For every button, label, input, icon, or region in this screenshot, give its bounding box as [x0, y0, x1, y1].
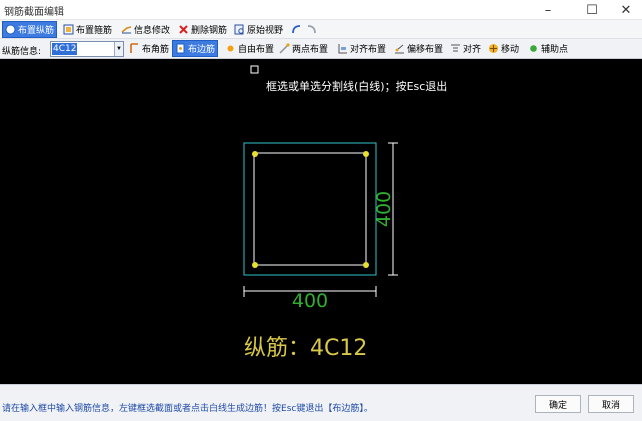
longitudinal-info-label: 纵筋信息: — [2, 47, 42, 57]
undo-icon — [291, 24, 302, 35]
minimize-icon[interactable]: – — [533, 0, 563, 20]
align-icon — [450, 43, 461, 54]
stirrup-icon — [63, 24, 74, 35]
cancel-button[interactable]: 取消 — [588, 395, 634, 413]
section-core-line[interactable] — [253, 152, 367, 266]
drawing-canvas[interactable]: 框选或单选分割线(白线)；按Esc退出 400 400 纵筋：4C12 — [0, 59, 642, 384]
ok-button[interactable]: 确定 — [535, 395, 581, 413]
aux-point-icon — [528, 43, 539, 54]
free-place-icon — [225, 43, 236, 54]
longitudinal-info-combo[interactable]: 4C12 ▼ — [50, 41, 124, 57]
dropdown-arrow-icon[interactable]: ▼ — [114, 42, 123, 56]
place-stirrup-button[interactable]: 布置箍筋 — [60, 21, 115, 38]
rebar-longitudinal-icon — [5, 24, 16, 35]
cursor-pickbox — [250, 65, 259, 74]
aux-point-button[interactable]: 辅助点 — [525, 40, 571, 57]
free-place-button[interactable]: 自由布置 — [222, 40, 277, 57]
aux-point-label: 辅助点 — [541, 45, 569, 55]
offset-place-button[interactable]: 偏移布置 — [391, 40, 446, 57]
move-icon — [488, 43, 499, 54]
align-place-icon — [337, 43, 348, 54]
edge-rebar-icon — [175, 43, 186, 54]
rebar-point[interactable] — [363, 151, 369, 157]
delete-rebar-label: 删除钢筋 — [191, 26, 228, 36]
redo-button[interactable] — [303, 21, 320, 38]
two-point-icon — [279, 43, 290, 54]
edit-info-label: 信息修改 — [134, 26, 171, 36]
window-title: 钢筋截面编辑 — [4, 7, 64, 18]
align-place-button[interactable]: 对齐布置 — [334, 40, 389, 57]
canvas-prompt: 框选或单选分割线(白线)；按Esc退出 — [266, 79, 447, 93]
original-view-button[interactable]: 原始视野 — [231, 21, 286, 38]
maximize-icon[interactable]: ☐ — [577, 0, 607, 20]
place-stirrup-label: 布置箍筋 — [76, 26, 113, 36]
corner-rebar-icon — [129, 43, 140, 54]
rebar-point[interactable] — [252, 151, 258, 157]
corner-rebar-button[interactable]: 布角筋 — [126, 40, 172, 57]
offset-place-label: 偏移布置 — [407, 45, 444, 55]
zoom-reset-icon — [234, 24, 245, 35]
status-message: 请在输入框中输入钢筋信息，左键框选截面或者点击白线生成边筋！按Esc键退出【布边… — [2, 404, 373, 414]
edit-info-icon — [121, 24, 132, 35]
two-point-button[interactable]: 两点布置 — [276, 40, 331, 57]
dimension-bottom-text: 400 — [292, 290, 328, 312]
align-place-label: 对齐布置 — [350, 45, 387, 55]
align-label: 对齐 — [463, 45, 482, 55]
align-button[interactable]: 对齐 — [447, 40, 484, 57]
delete-x-icon — [178, 24, 189, 35]
rebar-point[interactable] — [363, 262, 369, 268]
place-longitudinal-label: 布置纵筋 — [18, 26, 55, 36]
move-label: 移动 — [501, 45, 520, 55]
title-bar: 钢筋截面编辑 – ☐ ✕ — [0, 0, 642, 20]
rebar-label-text: 纵筋：4C12 — [244, 336, 367, 361]
corner-rebar-label: 布角筋 — [142, 45, 170, 55]
redo-icon — [306, 24, 317, 35]
edge-rebar-button[interactable]: 布边筋 — [172, 40, 219, 57]
longitudinal-info-value[interactable]: 4C12 — [52, 43, 78, 55]
free-place-label: 自由布置 — [238, 45, 275, 55]
close-icon[interactable]: ✕ — [611, 0, 641, 20]
two-point-label: 两点布置 — [292, 45, 329, 55]
main-toolbar: 布置纵筋 布置箍筋 信息修改 删除钢筋 原始视野 — [0, 20, 642, 39]
place-longitudinal-button[interactable]: 布置纵筋 — [2, 21, 58, 38]
offset-place-icon — [394, 43, 405, 54]
dimension-right-text: 400 — [373, 191, 395, 227]
rebar-point[interactable] — [252, 262, 258, 268]
section-drawing[interactable]: 框选或单选分割线(白线)；按Esc退出 400 400 纵筋：4C12 — [0, 59, 642, 384]
delete-rebar-button[interactable]: 删除钢筋 — [175, 21, 230, 38]
move-button[interactable]: 移动 — [485, 40, 522, 57]
edge-rebar-label: 布边筋 — [188, 45, 216, 55]
section-outline[interactable] — [243, 142, 377, 276]
original-view-label: 原始视野 — [247, 26, 284, 36]
edit-info-button[interactable]: 信息修改 — [118, 21, 173, 38]
